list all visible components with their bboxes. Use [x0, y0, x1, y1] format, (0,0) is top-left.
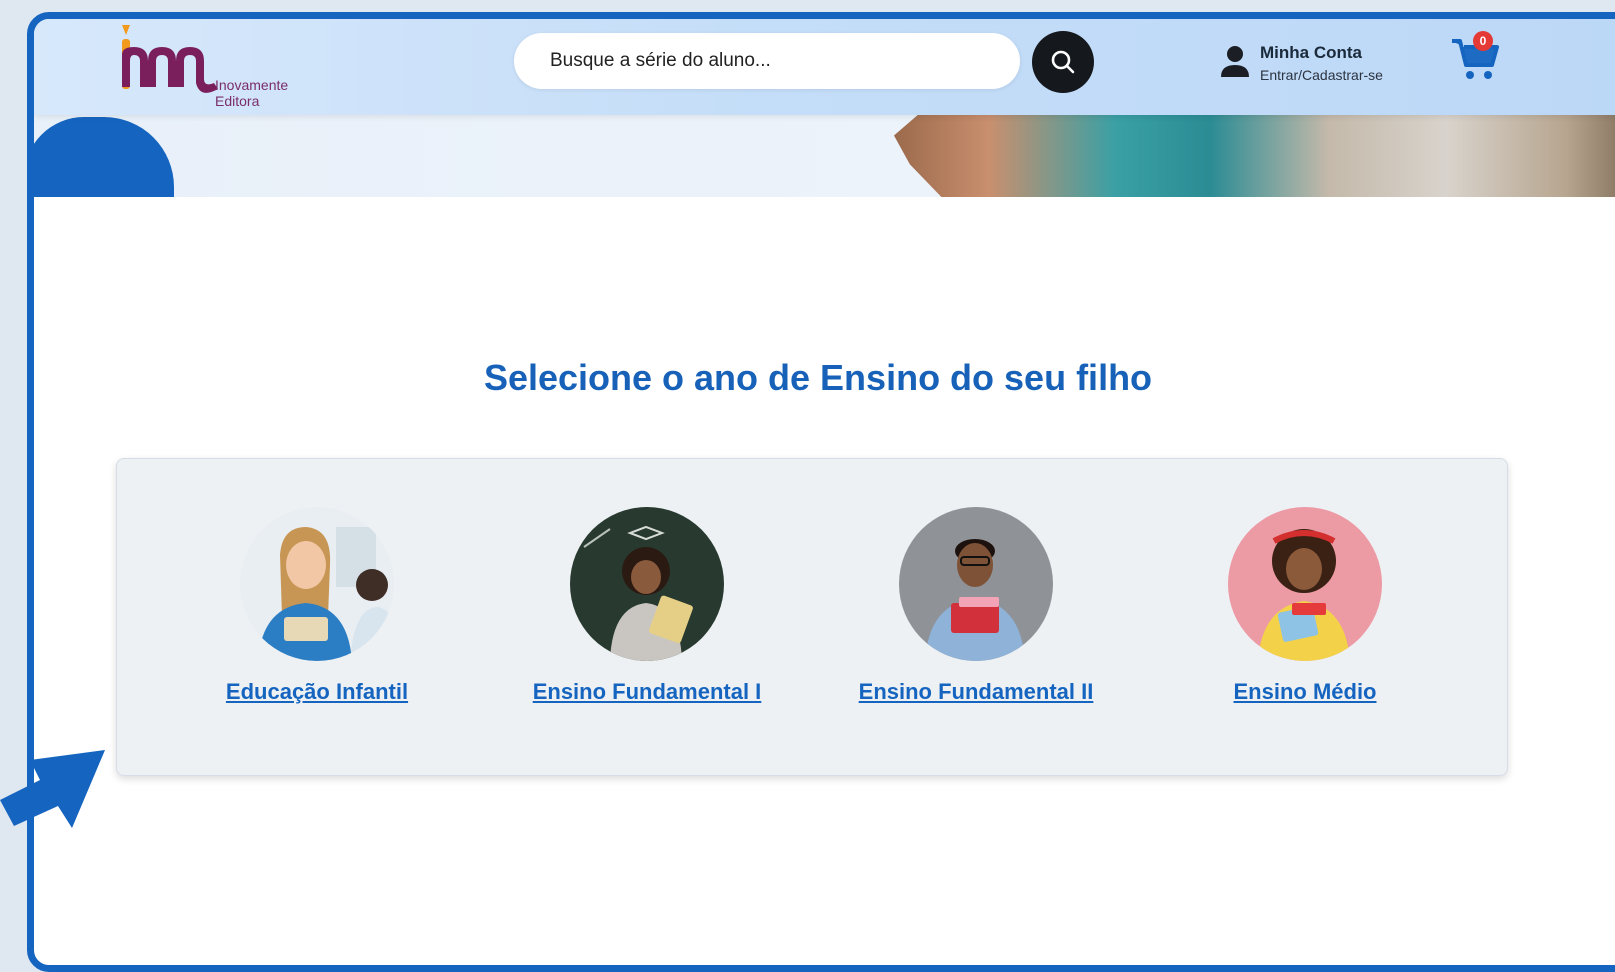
level-link[interactable]: Ensino Fundamental I [533, 679, 762, 705]
level-card-fundamental-1[interactable]: Ensino Fundamental I [497, 507, 797, 705]
browser-frame: Inovamente Editora Busque a série do alu… [27, 12, 1615, 972]
banner-blue-shape [34, 117, 174, 197]
logo-text: Inovamente Editora [215, 77, 288, 109]
site-logo[interactable]: Inovamente Editora [114, 25, 304, 109]
level-link[interactable]: Ensino Médio [1234, 679, 1377, 705]
logo-name: Inovamente [215, 77, 289, 93]
level-card-fundamental-2[interactable]: Ensino Fundamental II [826, 507, 1126, 705]
account-login-link[interactable]: Entrar/Cadastrar-se [1260, 67, 1383, 83]
page-title: Selecione o ano de Ensino do seu filho [483, 357, 1153, 398]
site-header: Inovamente Editora Busque a série do alu… [34, 19, 1615, 115]
search-button[interactable] [1032, 31, 1094, 93]
level-link[interactable]: Ensino Fundamental II [859, 679, 1094, 705]
child-avatar-icon[interactable] [570, 507, 724, 661]
levels-panel: Educação Infantil Ensino Fundamental I E… [116, 458, 1508, 776]
child-avatar-icon[interactable] [899, 507, 1053, 661]
child-avatar-icon[interactable] [240, 507, 394, 661]
child-avatar-icon[interactable] [1228, 507, 1382, 661]
search-placeholder: Busque a série do aluno... [550, 50, 771, 71]
level-card-ensino-medio[interactable]: Ensino Médio [1155, 507, 1455, 705]
level-link[interactable]: Educação Infantil [226, 679, 408, 705]
cart-count-badge: 0 [1473, 31, 1493, 51]
account-title[interactable]: Minha Conta [1260, 43, 1362, 63]
logo-sub: Editora [215, 93, 260, 109]
search-icon [1051, 50, 1075, 74]
pointer-arrow-icon [0, 750, 105, 828]
level-card-educacao-infantil[interactable]: Educação Infantil [167, 507, 467, 705]
hero-banner [34, 115, 1615, 197]
logo-mark-icon [122, 25, 218, 93]
banner-photo [894, 115, 1615, 197]
search-input[interactable]: Busque a série do aluno... [514, 33, 1020, 89]
user-icon[interactable] [1220, 45, 1250, 79]
